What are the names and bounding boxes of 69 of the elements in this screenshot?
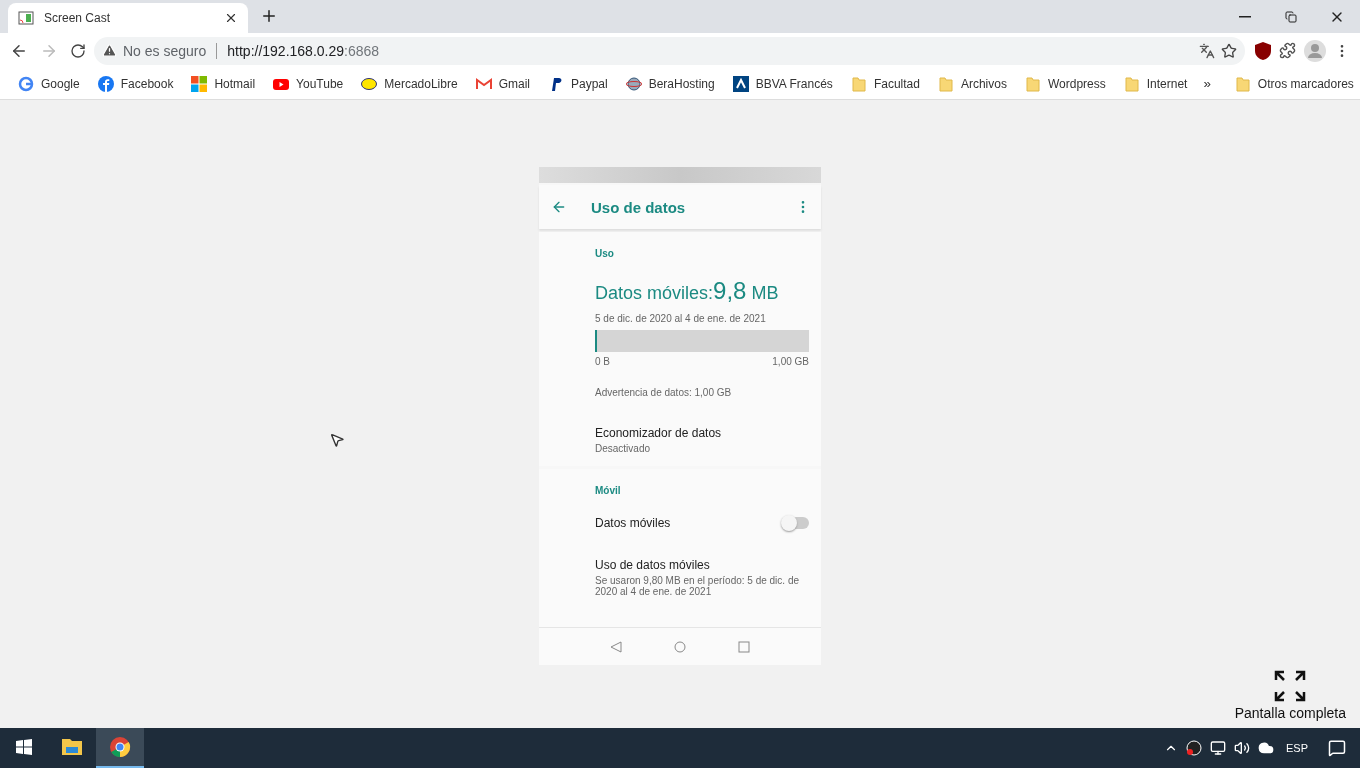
bookmark[interactable]: BeraHosting <box>617 71 723 96</box>
bookmark[interactable]: BBVA Francés <box>724 71 841 96</box>
folder-icon <box>1123 75 1140 92</box>
notifications-icon[interactable] <box>1328 739 1346 757</box>
bookmark-star-icon[interactable] <box>1221 42 1237 59</box>
address-bar[interactable]: No es seguro http://192.168.0.29:6868 <box>94 36 1245 65</box>
bookmark[interactable]: Paypal <box>539 71 616 96</box>
folder-icon <box>1024 75 1041 92</box>
url-text: http://192.168.0.29:6868 <box>227 42 380 59</box>
cursor-icon <box>329 432 345 448</box>
usage-summary: Datos móviles:9,8 MB <box>595 277 780 305</box>
bar-max-label: 1,00 GB <box>772 356 809 367</box>
folder-icon <box>937 75 954 92</box>
puzzle-icon <box>1279 42 1296 59</box>
mobile-usage-subtitle: Se usaron 9,80 MB en el período: 5 de dic. de 2020 al 4 de ene. de 2021 <box>595 575 801 597</box>
network-icon[interactable] <box>1210 740 1226 756</box>
security-label: No es seguro <box>123 42 207 59</box>
bookmark[interactable]: Otros marcadores <box>1226 71 1360 96</box>
plus-icon <box>260 7 278 25</box>
warning-icon <box>102 43 117 58</box>
bookmark[interactable]: Google <box>10 71 88 96</box>
facebook-icon <box>97 75 114 92</box>
bookmark[interactable]: YouTube <box>265 71 352 96</box>
cloud-icon[interactable] <box>1258 740 1274 756</box>
bookmark[interactable]: Facebook <box>89 71 182 96</box>
section-header: Móvil <box>595 485 622 496</box>
restore-icon <box>1285 10 1297 23</box>
mobile-usage-title[interactable]: Uso de datos móviles <box>595 558 809 572</box>
folder-icon <box>61 738 83 756</box>
google-icon <box>18 75 34 92</box>
section-header: Uso <box>595 248 615 259</box>
bookmark[interactable]: Hotmail <box>183 71 264 96</box>
back-icon[interactable] <box>551 199 567 215</box>
period-text: 5 de dic. de 2020 al 4 de ene. de 2021 <box>595 313 767 324</box>
bookmark[interactable]: MercadoLibre <box>353 71 466 96</box>
folder-icon <box>1234 75 1251 92</box>
globe-icon <box>625 75 642 92</box>
back-triangle-icon[interactable] <box>610 640 622 653</box>
windows-icon <box>191 75 208 92</box>
recorder-icon[interactable] <box>1186 740 1202 756</box>
mail-icon <box>475 75 492 92</box>
warning-text: Advertencia de datos: 1,00 GB <box>595 387 733 398</box>
volume-icon[interactable] <box>1234 740 1250 756</box>
bookmark[interactable]: Archivos <box>929 71 1015 96</box>
shield-icon[interactable] <box>1255 41 1271 60</box>
folder-icon <box>850 75 867 92</box>
bookmark[interactable]: Facultad <box>842 71 928 96</box>
language-indicator[interactable]: ESP <box>1286 742 1308 754</box>
cast-icon <box>18 10 34 26</box>
translate-icon[interactable] <box>1199 42 1215 59</box>
bookmark[interactable]: Gmail <box>467 71 538 96</box>
taskbar-app[interactable] <box>96 728 144 768</box>
screen-title: Uso de datos <box>591 198 687 216</box>
bookmark[interactable]: Wordpress <box>1016 71 1114 96</box>
close-icon[interactable] <box>224 11 238 25</box>
mobile-data-label: Datos móviles <box>595 516 671 530</box>
browser-tab[interactable]: Screen Cast <box>8 3 248 33</box>
saver-subtitle: Desactivado <box>595 443 652 454</box>
chrome-icon <box>109 736 131 758</box>
windows-logo-icon <box>16 739 32 755</box>
reload-icon <box>70 42 86 59</box>
expand-arrows-icon <box>1273 669 1308 703</box>
minimize-icon <box>1239 15 1251 18</box>
mobile-data-switch[interactable] <box>783 517 809 529</box>
bar-min-label: 0 B <box>595 356 610 367</box>
more-bookmarks-button[interactable]: » <box>1199 72 1215 95</box>
fullscreen-button[interactable]: Pantalla completa <box>1234 669 1346 721</box>
bookmark[interactable]: Internet <box>1115 71 1196 96</box>
saver-title[interactable]: Economizador de datos <box>595 426 809 440</box>
